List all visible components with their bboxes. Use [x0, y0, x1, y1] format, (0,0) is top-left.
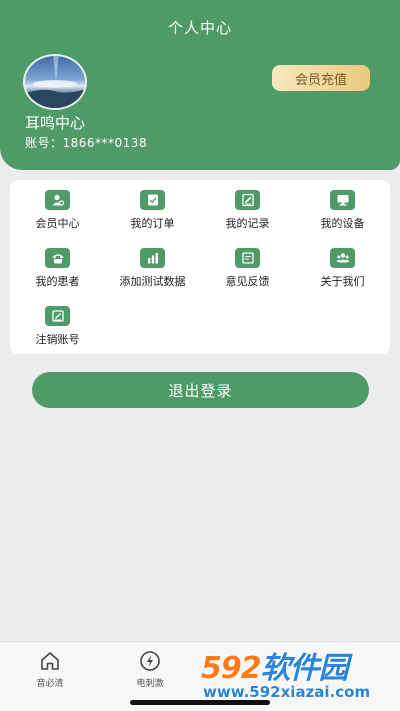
- feedback-icon: [235, 248, 260, 268]
- tab-home[interactable]: 音必清: [5, 650, 95, 689]
- user-account: 账号：1866***0138: [25, 136, 148, 150]
- cancel-account-icon: [45, 306, 70, 326]
- chart-icon: [140, 248, 165, 268]
- grid-item-about-us[interactable]: 关于我们: [295, 248, 390, 289]
- profile-header: 个人中心 耳鸣中心 账号：1866***0138 会员充值: [0, 0, 400, 170]
- grid-label: 我的设备: [320, 217, 365, 230]
- about-icon: [330, 248, 355, 268]
- grid-label: 注销账号: [35, 333, 80, 346]
- avatar-image: [25, 56, 85, 108]
- grid-label: 我的订单: [130, 217, 175, 230]
- watermark-url: www.592xiazai.com: [203, 683, 371, 701]
- grid-item-my-orders[interactable]: 我的订单: [105, 190, 200, 231]
- grid-item-my-records[interactable]: 我的记录: [200, 190, 295, 231]
- logout-button[interactable]: 退出登录: [32, 372, 369, 408]
- page-title: 个人中心: [167, 19, 232, 37]
- grid-label: 关于我们: [320, 275, 365, 288]
- grid-item-cancel-account[interactable]: 注销账号: [10, 306, 105, 347]
- user-name: 耳鸣中心: [25, 114, 86, 132]
- grid-item-my-devices[interactable]: 我的设备: [295, 190, 390, 231]
- watermark-brand-text: 软件园: [260, 651, 349, 686]
- grid-item-member-center[interactable]: 会员中心: [10, 190, 105, 231]
- grid-label: 我的患者: [35, 275, 80, 288]
- order-icon: [140, 190, 165, 210]
- grid-item-feedback[interactable]: 意见反馈: [200, 248, 295, 289]
- grid-label: 会员中心: [35, 217, 80, 230]
- grid-item-add-test-data[interactable]: 添加测试数据: [105, 248, 200, 289]
- avatar[interactable]: [23, 54, 87, 110]
- grid-label: 我的记录: [225, 217, 270, 230]
- home-indicator: [130, 700, 270, 705]
- feature-grid: 会员中心 我的订单 我的记录 我的设备 我的患者 添加测试数据 意见反馈 关于我…: [10, 180, 390, 354]
- record-icon: [235, 190, 260, 210]
- lightning-icon: [140, 651, 160, 671]
- grid-label: 意见反馈: [225, 275, 270, 288]
- tab-label: 音必清: [36, 679, 64, 689]
- grid-item-my-patients[interactable]: 我的患者: [10, 248, 105, 289]
- tab-label: 电刺激: [136, 679, 164, 689]
- member-icon: [45, 190, 70, 210]
- recharge-button[interactable]: 会员充值: [272, 65, 370, 91]
- grid-label: 添加测试数据: [119, 275, 186, 288]
- device-icon: [330, 190, 355, 210]
- patient-icon: [45, 248, 70, 268]
- watermark-brand-number: 592: [201, 651, 262, 686]
- tab-electric-stimulation[interactable]: 电刺激: [105, 650, 195, 689]
- home-icon: [41, 652, 59, 670]
